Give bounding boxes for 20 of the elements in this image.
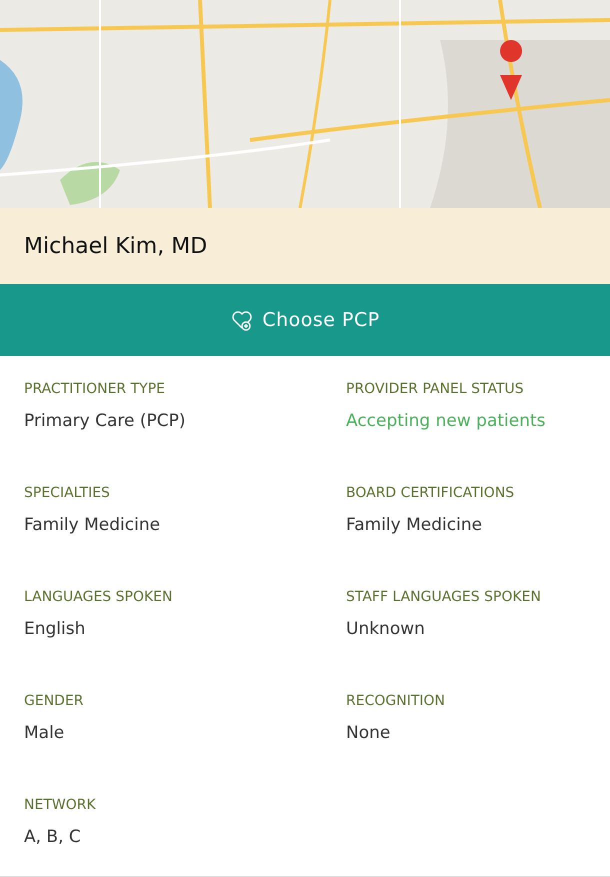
field-value: A, B, C bbox=[24, 826, 82, 848]
field-value: Family Medicine bbox=[24, 514, 162, 536]
field-label: PROVIDER PANEL STATUS bbox=[346, 380, 525, 398]
field-value: Unknown bbox=[346, 618, 426, 640]
field-label: GENDER bbox=[24, 692, 85, 710]
field-label: RECOGNITION bbox=[346, 692, 446, 710]
field-label: SPECIALTIES bbox=[24, 484, 111, 502]
field-label: PRACTITIONER TYPE bbox=[24, 380, 166, 398]
field-value: Accepting new patients bbox=[346, 410, 547, 432]
field-value: English bbox=[24, 618, 86, 640]
field-label: NETWORK bbox=[24, 796, 97, 814]
field-value: Primary Care (PCP) bbox=[24, 410, 186, 432]
field-label: BOARD CERTIFICATIONS bbox=[346, 484, 516, 502]
provider-name: Michael Kim, MD bbox=[24, 234, 208, 258]
field-label: LANGUAGES SPOKEN bbox=[24, 588, 174, 606]
field-value: Family Medicine bbox=[346, 514, 484, 536]
field-label: STAFF LANGUAGES SPOKEN bbox=[346, 588, 542, 606]
field-value: Male bbox=[24, 722, 66, 744]
choose-pcp-button[interactable]: Choose PCP bbox=[0, 284, 610, 356]
field-value: None bbox=[346, 722, 392, 744]
